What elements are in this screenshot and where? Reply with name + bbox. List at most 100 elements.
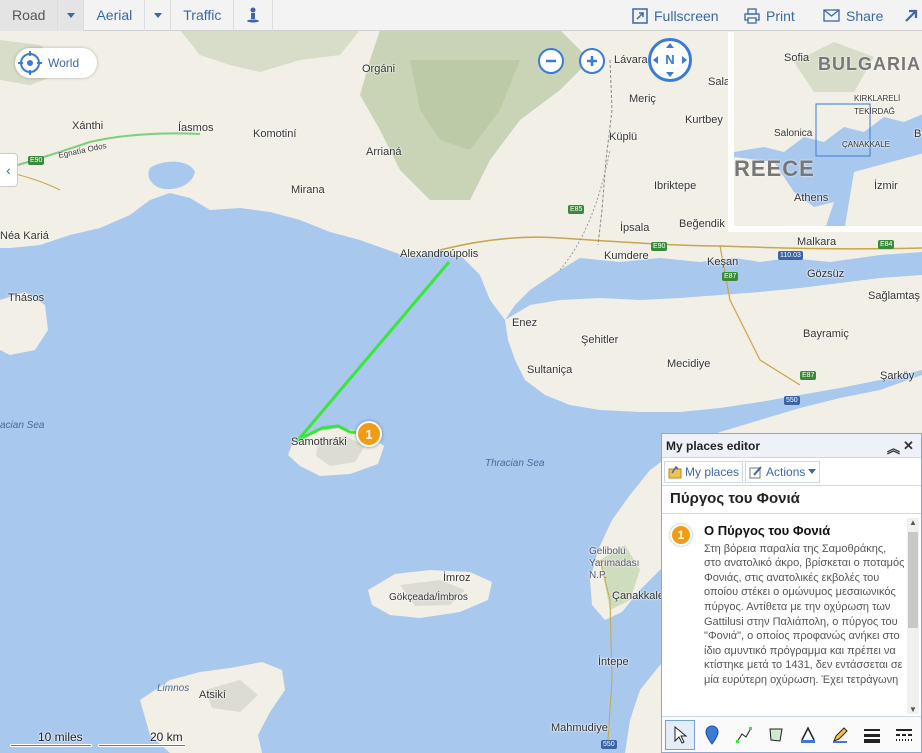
map-label-bayramic: Bayramiç — [803, 328, 849, 340]
printer-icon — [744, 7, 760, 24]
collapse-button[interactable] — [904, 0, 918, 31]
map-label-thracian-sea-left: acian Sea — [0, 420, 45, 431]
road-shield: E87 — [722, 272, 739, 281]
share-button[interactable]: Share — [823, 0, 883, 31]
traffic-button[interactable]: Traffic — [171, 0, 235, 31]
aerial-label: Aerial — [96, 7, 133, 23]
map-label-xanthi: Xánthi — [72, 120, 104, 132]
minimap[interactable]: Sofia BULGARIA KIRKLARELİ TEKİRDAĞ Salon… — [728, 32, 922, 232]
locate-icon — [18, 51, 42, 75]
mail-icon — [823, 9, 840, 22]
chevron-down-icon — [66, 12, 75, 18]
cursor-icon — [674, 725, 688, 744]
map-label-mirana: Mirana — [291, 184, 325, 196]
my-places-button[interactable]: My places — [664, 460, 744, 483]
map-label-thasos: Thásos — [8, 292, 45, 304]
zoom-in-button[interactable] — [579, 48, 605, 74]
map-label-intepe: İntepe — [598, 656, 629, 668]
map-label-sehitler: Şehitler — [581, 334, 619, 346]
aerial-view-button[interactable]: Aerial — [84, 0, 146, 31]
pencil-icon — [833, 726, 848, 743]
pushpin-icon — [705, 725, 719, 745]
my-places-label: My places — [685, 464, 740, 479]
my-places-editor: My places editor ︽ ✕ My places Actions Π… — [661, 433, 922, 753]
map-pushpin[interactable]: 1 — [356, 421, 382, 447]
road-shield: 110.03 — [778, 251, 803, 260]
map-label-gokceada: Gökçeada/İmbros — [389, 592, 468, 603]
map-label-gozsuz: Gözsüz — [807, 268, 845, 280]
polygon-tool[interactable] — [761, 720, 791, 750]
fullscreen-label: Fullscreen — [654, 7, 719, 24]
minimap-label-sofia: Sofia — [784, 52, 810, 64]
map-label-nea-karia: Néa Kariá — [0, 230, 49, 242]
map-label-sultanica: Sultaniça — [527, 364, 573, 376]
share-label: Share — [846, 7, 884, 24]
chevron-down-icon — [153, 12, 162, 18]
editor-scrollbar[interactable]: ▲ ▼ — [907, 518, 919, 714]
print-label: Print — [766, 7, 795, 24]
compass-control[interactable]: N — [648, 38, 692, 82]
arrow-up-right-icon — [905, 9, 918, 22]
map-label-canakkale: Çanakkale — [612, 590, 664, 602]
polyline-icon — [736, 726, 752, 743]
print-button[interactable]: Print — [744, 0, 795, 31]
editor-header-title: My places editor — [666, 438, 761, 453]
road-shield: 550 — [784, 396, 800, 405]
road-shield: E90 — [651, 242, 668, 251]
traffic-label: Traffic — [183, 7, 222, 23]
minimap-label-kirklareli: KIRKLARELİ — [854, 94, 901, 103]
chevron-down-icon — [808, 469, 817, 474]
scroll-thumb[interactable] — [908, 532, 918, 628]
road-shield: 550 — [601, 740, 617, 749]
map-label-sarkoy: Şarköy — [880, 370, 915, 382]
map-label-malkara: Malkara — [797, 236, 837, 248]
road-shield: E90 — [28, 156, 45, 165]
scale-km: 20 km — [150, 730, 183, 744]
line-width-tool[interactable] — [857, 720, 887, 750]
collapse-editor-icon[interactable]: ︽ — [887, 438, 900, 457]
chevron-left-icon: ‹ — [6, 162, 11, 178]
minimap-label-tekirdag: TEKİRDAĞ — [854, 107, 895, 116]
expand-panel-tab[interactable]: ‹ — [0, 153, 18, 187]
streetside-button[interactable] — [234, 0, 274, 31]
editor-title: Πύργος του Φονιά — [662, 486, 921, 514]
pushpin-tool[interactable] — [697, 720, 727, 750]
scale-bar-miles — [10, 744, 92, 747]
map-label-ipsala: İpsala — [620, 222, 650, 234]
map-label-meric: Meriç — [629, 93, 656, 105]
person-icon — [247, 7, 260, 23]
map-label-kesan: Keşan — [707, 256, 739, 268]
actions-menu-button[interactable]: Actions — [745, 460, 821, 483]
scroll-up-icon[interactable]: ▲ — [909, 518, 917, 527]
map-label-sala: Sala — [708, 76, 731, 88]
folder-icon — [668, 465, 682, 478]
polyline-tool[interactable] — [729, 720, 759, 750]
map-label-atsiki: Atsikí — [199, 689, 226, 701]
select-tool[interactable] — [665, 719, 695, 750]
minimap-label-greece: REECE — [734, 156, 815, 181]
map-label-mecidiye: Mecidiye — [667, 358, 711, 370]
close-icon[interactable]: ✕ — [903, 438, 914, 454]
map-label-gelibolu: Gelibolu Yarımadası N.P. — [589, 546, 640, 581]
line-style-tool[interactable] — [889, 720, 919, 750]
aerial-dropdown-button[interactable] — [145, 0, 172, 31]
editor-menu: My places Actions — [662, 458, 921, 486]
scroll-down-icon[interactable]: ▼ — [909, 705, 917, 714]
zoom-out-button[interactable] — [538, 48, 564, 74]
map-label-samothraki: Samothráki — [291, 436, 347, 448]
polygon-icon — [769, 728, 783, 742]
map-label-lavara: Lávara — [614, 54, 648, 66]
world-button[interactable]: World — [15, 48, 97, 78]
place-title[interactable]: Ο Πύργος του Φονιά — [704, 523, 906, 539]
fullscreen-icon — [632, 7, 648, 24]
fullscreen-button[interactable]: Fullscreen — [632, 0, 719, 31]
edit-icon — [749, 465, 762, 478]
map-label-alexandroupolis: Alexandroúpolis — [400, 248, 479, 260]
road-view-button[interactable]: Road — [0, 0, 59, 31]
text-style-tool[interactable] — [793, 720, 823, 750]
road-shield: E87 — [800, 371, 817, 380]
style-icon — [801, 725, 815, 743]
edit-tool[interactable] — [825, 720, 855, 750]
minimap-label-canakkale: ÇANAKKALE — [842, 140, 891, 149]
road-dropdown-button[interactable] — [58, 0, 85, 31]
